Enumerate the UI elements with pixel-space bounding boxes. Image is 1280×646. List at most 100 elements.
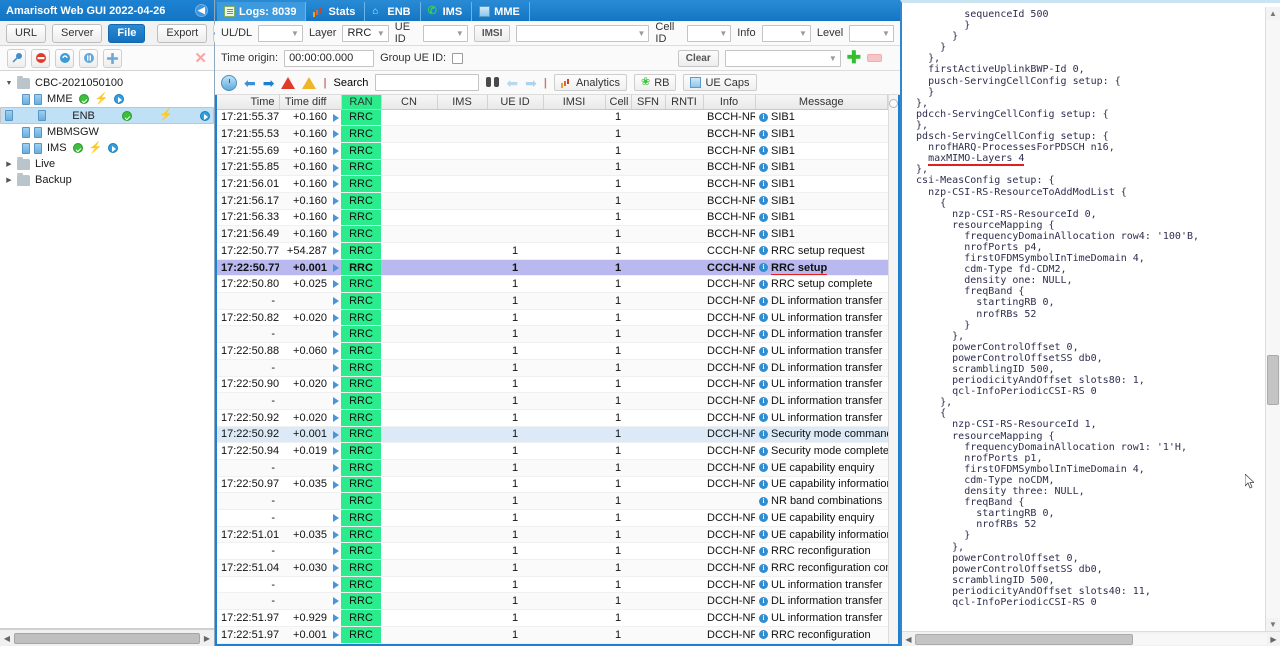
column-header-rnti[interactable]: RNTI	[665, 95, 704, 110]
lightning-icon[interactable]: ⚡	[95, 93, 109, 105]
chevron-right-icon[interactable]: ▶	[4, 160, 14, 168]
info-icon[interactable]: i	[759, 580, 768, 590]
scrollbar-thumb[interactable]	[1267, 354, 1279, 405]
scrollbar-track[interactable]	[1266, 20, 1280, 618]
info-icon[interactable]: i	[759, 513, 768, 523]
table-row[interactable]: - RRC 1 1 i NR band combinations	[217, 492, 888, 510]
scroll-down-icon[interactable]: ▼	[1269, 618, 1277, 631]
table-row[interactable]: - RRC 1 1 DCCH-NR i DL information transfer	[217, 292, 888, 310]
table-row[interactable]: - RRC 1 1 DCCH-NR i RRC reconfiguration	[217, 542, 888, 561]
table-row[interactable]: - RRC 1 1 DCCH-NR i UL information transfer	[217, 576, 888, 594]
status-ok-icon[interactable]	[72, 143, 83, 153]
info-icon[interactable]: i	[759, 296, 768, 306]
scroll-right-icon[interactable]: ▶	[1267, 635, 1280, 644]
table-row[interactable]: 17:22:50.777 +54.287 RRC 1 1 CCCH-NR i RRC setu…	[217, 242, 888, 260]
scroll-left-icon[interactable]: ◀	[902, 635, 915, 644]
info-icon[interactable]: i	[759, 596, 768, 606]
tree-item-cbc-2021050100[interactable]: ▼ CBC-2021050100	[0, 75, 214, 91]
scroll-left-icon[interactable]: ◀	[0, 634, 14, 643]
tab-stats[interactable]: Stats	[306, 2, 366, 21]
close-icon[interactable]: ✕	[194, 51, 207, 66]
tab-enb[interactable]: ⌂ ENB	[365, 2, 421, 21]
table-row[interactable]: 17:22:50.943 +0.019 RRC 1 1 DCCH-NR i Security …	[217, 442, 888, 460]
column-header-ran[interactable]: RAN	[341, 95, 382, 110]
file-button[interactable]: File	[108, 23, 146, 43]
sidebar-horizontal-scrollbar[interactable]: ◀ ▶	[0, 629, 214, 646]
column-header-cell[interactable]: Cell	[605, 95, 632, 110]
arrow-right-icon[interactable]: ➡	[263, 76, 275, 90]
table-row[interactable]: 17:22:50.924 +0.001 RRC 1 1 DCCH-NR i Security …	[217, 426, 888, 444]
ueid-select[interactable]: ▼	[423, 24, 468, 42]
column-header-ims[interactable]: IMS	[437, 95, 488, 110]
table-row[interactable]: 17:22:50.903 +0.020 RRC 1 1 DCCH-NR i UL inform…	[217, 376, 888, 394]
info-icon[interactable]: i	[759, 379, 768, 389]
wrench-icon[interactable]	[7, 48, 26, 68]
info-icon[interactable]: i	[759, 530, 768, 540]
info-icon[interactable]: i	[759, 313, 768, 323]
info-icon[interactable]: i	[759, 263, 768, 273]
play-icon[interactable]	[108, 143, 119, 153]
tree-item-live[interactable]: ▶ Live	[0, 156, 214, 172]
search-next-icon[interactable]: ➡	[525, 76, 537, 90]
scrollbar-track[interactable]	[915, 633, 1267, 645]
table-row[interactable]: - RRC 1 1 DCCH-NR i DL information transfer	[217, 592, 888, 611]
info-icon[interactable]: i	[759, 129, 768, 139]
lightning-icon[interactable]: ⚡	[89, 142, 103, 154]
warning-triangle-icon[interactable]	[302, 76, 317, 89]
play-icon[interactable]	[114, 94, 125, 104]
group-ueid-checkbox[interactable]	[452, 52, 464, 64]
table-row[interactable]: 17:21:55.850 +0.160 RRC 1 BCCH-NR i SIB1	[217, 159, 888, 177]
info-icon[interactable]: i	[759, 246, 768, 256]
chevron-right-icon[interactable]: ▶	[4, 176, 14, 184]
info-icon[interactable]: i	[759, 430, 768, 439]
url-button[interactable]: URL	[6, 23, 47, 43]
table-row[interactable]: 17:22:50.923 +0.020 RRC 1 1 DCCH-NR i UL inform…	[217, 409, 888, 427]
table-row[interactable]: 17:21:56.170 +0.160 RRC 1 BCCH-NR i SIB1	[217, 192, 888, 210]
chevron-left-icon[interactable]: ◀	[195, 4, 208, 17]
table-row[interactable]: 17:22:50.978 +0.035 RRC 1 1 DCCH-NR i UE capabi…	[217, 476, 888, 494]
ue-caps-button[interactable]: UE Caps	[683, 74, 757, 91]
layer-select[interactable]: RRC ▼	[342, 24, 389, 42]
table-row[interactable]: - RRC 1 1 DCCH-NR i DL information transfer	[217, 392, 888, 410]
table-row[interactable]: - RRC 1 1 DCCH-NR i DL information transfer	[217, 325, 888, 344]
info-icon[interactable]: i	[759, 413, 768, 423]
column-header-info[interactable]: Info	[703, 95, 756, 110]
scroll-up-icon[interactable]: ▲	[1269, 7, 1277, 20]
status-ok-icon[interactable]	[122, 110, 132, 121]
table-row[interactable]: 17:22:50.778+0.001RRC11CCCH-NRiRRC setup	[217, 259, 888, 277]
column-header-time[interactable]: Time	[217, 95, 280, 110]
tab-ims[interactable]: ✆ IMS	[421, 2, 473, 21]
table-row[interactable]: 17:21:55.370 +0.160 RRC 1 BCCH-NR i SIB1	[217, 109, 888, 127]
clear-button[interactable]: Clear	[677, 49, 719, 67]
table-row[interactable]: - RRC 1 1 DCCH-NR i UE capability enquiry	[217, 509, 888, 527]
imsi-button[interactable]: IMSI	[473, 24, 511, 42]
info-icon[interactable]: i	[759, 613, 768, 623]
info-icon[interactable]: i	[759, 480, 768, 490]
arrow-left-icon[interactable]: ⬅	[244, 76, 256, 90]
refresh-icon[interactable]	[55, 48, 74, 68]
minus-icon[interactable]	[867, 54, 882, 62]
uldl-select[interactable]: ▼	[258, 24, 303, 42]
info-icon[interactable]: i	[759, 496, 768, 506]
table-vertical-scrollbar[interactable]	[888, 95, 898, 644]
rb-button[interactable]: ❀ RB	[633, 74, 677, 91]
info-icon[interactable]: i	[759, 446, 768, 456]
table-row[interactable]: 17:21:55.690 +0.160 RRC 1 BCCH-NR i SIB1	[217, 142, 888, 160]
column-header-imsi[interactable]: IMSI	[543, 95, 606, 110]
scrollbar-thumb[interactable]	[915, 633, 1134, 645]
table-row[interactable]: 17:22:50.823 +0.020 RRC 1 1 DCCH-NR i UL inform…	[217, 309, 888, 327]
server-button[interactable]: Server	[52, 23, 103, 43]
imsi-select[interactable]: ▼	[516, 24, 650, 42]
column-header-ue-id[interactable]: UE ID	[487, 95, 544, 110]
time-origin-input[interactable]: 00:00:00.000	[284, 49, 375, 67]
column-header-cn[interactable]: CN	[381, 95, 438, 110]
tab-mme[interactable]: MME	[472, 2, 530, 21]
table-row[interactable]: 17:22:51.973 +0.001 RRC 1 1 DCCH-NR i RRC recon…	[217, 626, 888, 644]
lightning-icon[interactable]: ⚡	[159, 110, 173, 121]
info-icon[interactable]: i	[759, 146, 768, 156]
info-icon[interactable]: i	[759, 163, 768, 172]
info-icon[interactable]: i	[759, 346, 768, 356]
error-triangle-icon[interactable]	[281, 76, 296, 89]
info-icon[interactable]: i	[759, 279, 768, 289]
preset-select[interactable]: ▼	[724, 49, 841, 67]
